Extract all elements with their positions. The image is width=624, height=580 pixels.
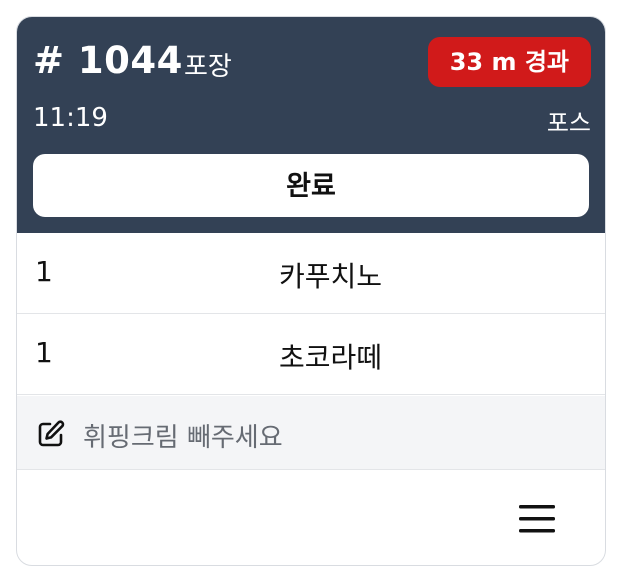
edit-note-icon [38, 420, 65, 447]
order-source: 포스 [546, 109, 591, 137]
complete-button[interactable]: 완료 [33, 154, 589, 217]
note-text: 휘핑크림 빼주세요 [83, 423, 283, 453]
order-number: # 1044 [33, 39, 183, 82]
item-quantity: 1 [35, 255, 53, 288]
order-ticket-card: # 1044 포장 33 m 경과 11:19 포스 완료 1 카푸치노 1 초… [16, 16, 606, 566]
order-note: 휘핑크림 빼주세요 [17, 396, 605, 470]
order-item-row: 1 카푸치노 [17, 233, 605, 314]
ticket-header: # 1044 포장 33 m 경과 11:19 포스 완료 [17, 17, 605, 233]
item-name: 카푸치노 [279, 260, 383, 293]
item-name: 초코라떼 [279, 341, 383, 374]
order-time: 11:19 [33, 103, 108, 133]
elapsed-time-badge: 33 m 경과 [427, 37, 591, 87]
order-type-label: 포장 [184, 52, 232, 82]
item-quantity: 1 [35, 336, 53, 369]
order-item-row: 1 초코라떼 [17, 314, 605, 395]
hamburger-menu-icon[interactable] [513, 499, 561, 539]
